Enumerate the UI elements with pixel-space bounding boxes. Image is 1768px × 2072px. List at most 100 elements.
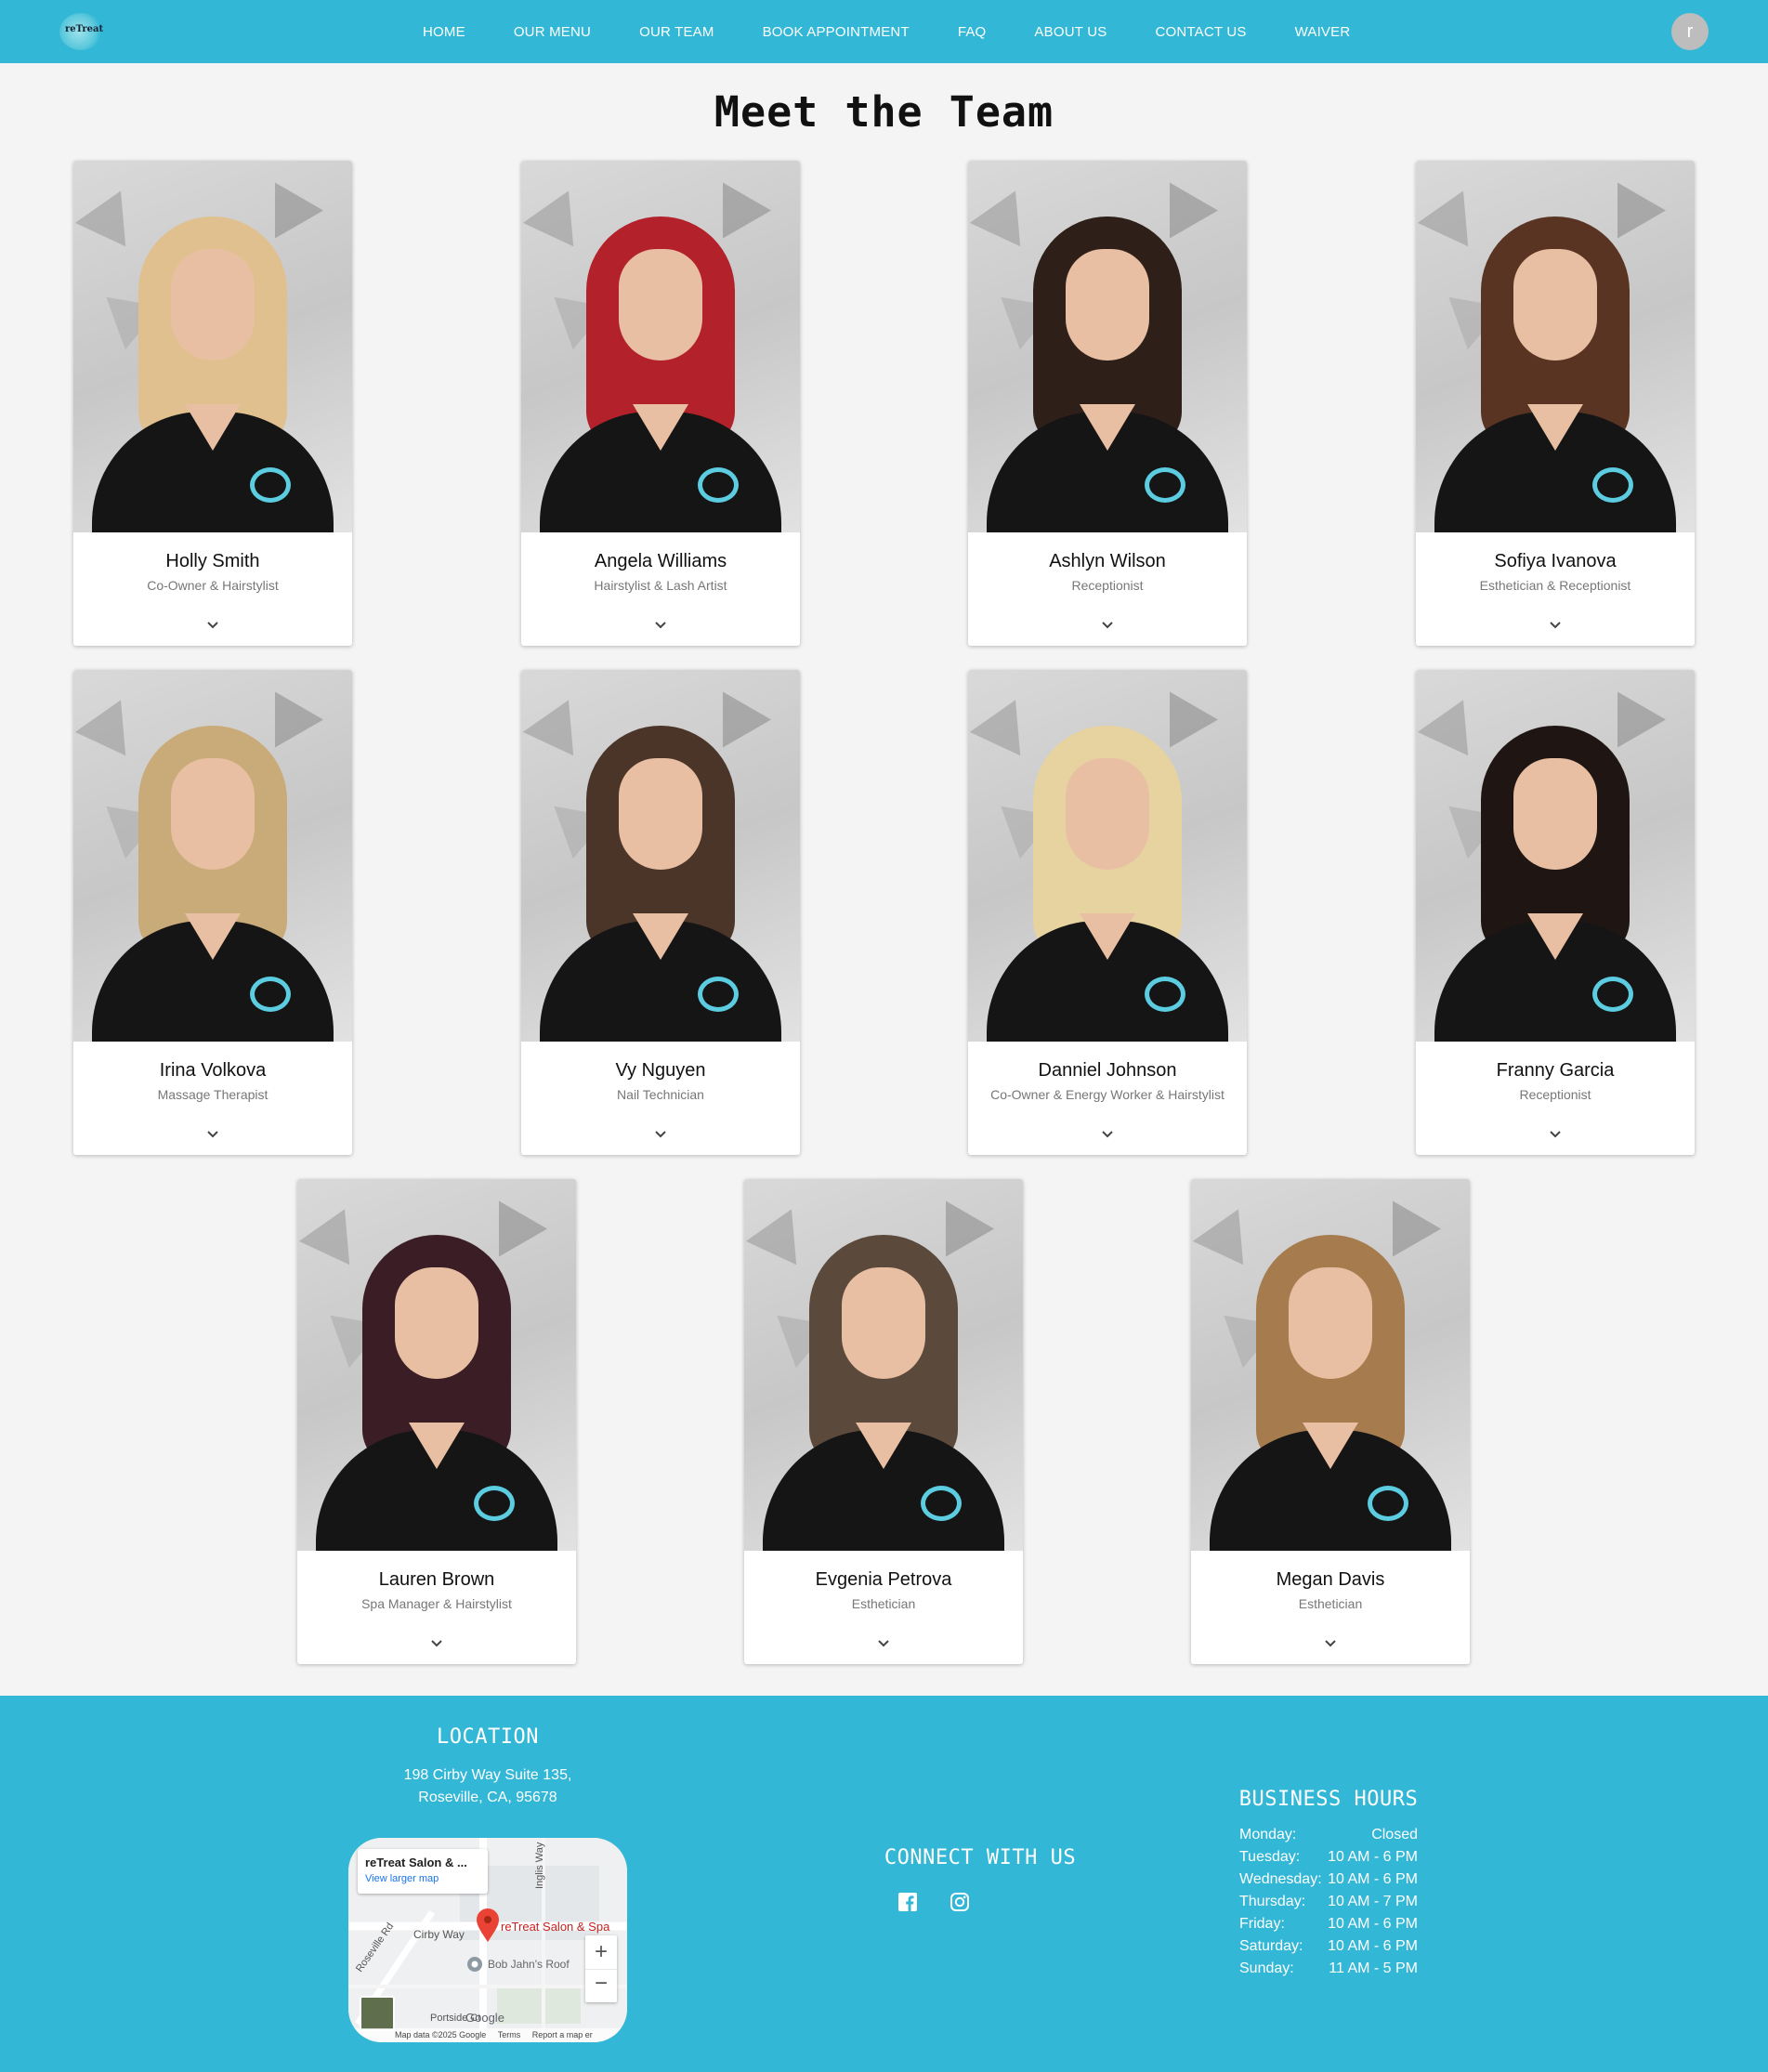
team-member-role: Esthetician [1298, 1596, 1363, 1611]
portrait-face [1289, 1267, 1372, 1379]
team-card: Franny Garcia Receptionist [1416, 670, 1695, 1155]
connect-heading: CONNECT WITH US [884, 1846, 1077, 1869]
salon-logo-badge-icon [1592, 467, 1633, 503]
team-card: Holly Smith Co-Owner & Hairstylist [73, 161, 352, 646]
mirror-decor [251, 677, 323, 748]
team-member-name: Irina Volkova [159, 1060, 267, 1081]
expand-chevron-icon[interactable] [1096, 1127, 1119, 1142]
expand-chevron-icon[interactable] [1096, 618, 1119, 633]
logo-text: reTreat [65, 24, 104, 34]
mirror-decor [1593, 168, 1666, 239]
salon-logo-badge-icon [698, 977, 739, 1012]
portrait-face [619, 249, 702, 361]
team-member-name: Angela Williams [594, 551, 727, 571]
hours-day: Saturday: [1239, 1938, 1303, 1954]
team-member-name: Franny Garcia [1496, 1060, 1615, 1081]
mirror-decor [1417, 688, 1489, 756]
portrait-face [171, 249, 255, 361]
map-attribution: Map data ©2025 Google [395, 2030, 487, 2039]
address-line-1: 198 Cirby Way Suite 135, [403, 1767, 572, 1783]
team-card: Angela Williams Hairstylist & Lash Artist [521, 161, 800, 646]
salon-logo-badge-icon [1145, 977, 1185, 1012]
map-report-link[interactable]: Report a map er [532, 2030, 593, 2039]
portrait-neckline [1527, 913, 1583, 960]
zoom-in-icon[interactable]: + [585, 1935, 617, 1969]
team-member-role: Massage Therapist [157, 1087, 268, 1102]
hours-day: Wednesday: [1239, 1871, 1322, 1887]
expand-chevron-icon[interactable] [649, 1127, 672, 1142]
expand-chevron-icon[interactable] [1544, 618, 1566, 633]
nav-link-contact-us[interactable]: CONTACT US [1155, 24, 1246, 40]
expand-chevron-icon[interactable] [1544, 1127, 1566, 1142]
mirror-decor [298, 1197, 371, 1265]
team-card: Ashlyn Wilson Receptionist [968, 161, 1247, 646]
portrait-neckline [185, 913, 241, 960]
team-member-name: Megan Davis [1276, 1569, 1385, 1590]
business-hours-heading: BUSINESS HOURS [1238, 1788, 1419, 1811]
mirror-decor [522, 178, 595, 247]
nav-link-home[interactable]: HOME [423, 24, 465, 40]
salon-logo[interactable]: reTreat [59, 13, 104, 50]
portrait-face [619, 758, 702, 870]
nav-link-about-us[interactable]: ABOUT US [1034, 24, 1107, 40]
map-larger-link[interactable]: View larger map [365, 1873, 480, 1884]
footer: LOCATION 198 Cirby Way Suite 135, Rosevi… [0, 1696, 1768, 2072]
facebook-icon[interactable] [897, 1891, 919, 1913]
nav-link-our-menu[interactable]: OUR MENU [514, 24, 591, 40]
mirror-decor [74, 178, 147, 247]
hours-day: Sunday: [1239, 1961, 1294, 1976]
team-member-photo [1416, 670, 1695, 1042]
portrait-neckline [409, 1423, 465, 1469]
portrait-face [1066, 249, 1149, 361]
team-member-role: Co-Owner & Hairstylist [147, 578, 279, 593]
expand-chevron-icon[interactable] [202, 618, 224, 633]
team-member-photo [73, 161, 352, 532]
team-member-role: Receptionist [1071, 578, 1144, 593]
team-member-photo [521, 670, 800, 1042]
mirror-decor [969, 688, 1041, 756]
salon-logo-badge-icon [250, 467, 291, 503]
embedded-map[interactable]: reTreat Salon & ... View larger map reTr… [348, 1838, 627, 2042]
map-terms-link[interactable]: Terms [498, 2030, 521, 2039]
google-logo: Google [465, 2011, 504, 2025]
mirror-decor [745, 1197, 818, 1265]
salon-logo-badge-icon [474, 1486, 515, 1521]
mirror-decor [1192, 1197, 1264, 1265]
nav-links: HOME OUR MENU OUR TEAM BOOK APPOINTMENT … [423, 0, 1398, 63]
nav-link-faq[interactable]: FAQ [958, 24, 987, 40]
team-card: Vy Nguyen Nail Technician [521, 670, 800, 1155]
hours-row: Saturday: 10 AM - 6 PM [1239, 1935, 1425, 1958]
hours-row: Tuesday: 10 AM - 6 PM [1239, 1846, 1425, 1869]
salon-logo-badge-icon [1592, 977, 1633, 1012]
expand-chevron-icon[interactable] [426, 1636, 448, 1651]
hours-time: 11 AM - 5 PM [1329, 1961, 1418, 1976]
instagram-icon[interactable] [949, 1891, 971, 1913]
nav-link-our-team[interactable]: OUR TEAM [639, 24, 714, 40]
portrait-face [842, 1267, 925, 1379]
portrait-face [395, 1267, 478, 1379]
nav-link-waiver[interactable]: WAIVER [1295, 24, 1351, 40]
page-title: Meet the Team [714, 87, 1054, 137]
user-avatar[interactable]: r [1671, 13, 1709, 50]
hours-day: Friday: [1239, 1916, 1285, 1932]
mirror-decor [522, 688, 595, 756]
portrait-neckline [1080, 404, 1135, 451]
team-member-photo [744, 1179, 1023, 1551]
nav-link-book-appointment[interactable]: BOOK APPOINTMENT [763, 24, 910, 40]
expand-chevron-icon[interactable] [872, 1636, 895, 1651]
satellite-toggle-icon[interactable] [360, 1996, 395, 2031]
zoom-out-icon[interactable]: − [585, 1969, 617, 2002]
expand-chevron-icon[interactable] [202, 1127, 224, 1142]
salon-logo-badge-icon [1145, 467, 1185, 503]
salon-logo-badge-icon [921, 1486, 962, 1521]
team-card: Megan Davis Esthetician [1191, 1179, 1470, 1664]
expand-chevron-icon[interactable] [1319, 1636, 1342, 1651]
team-member-photo [968, 161, 1247, 532]
expand-chevron-icon[interactable] [649, 618, 672, 633]
team-card: Lauren Brown Spa Manager & Hairstylist [297, 1179, 576, 1664]
team-member-photo [73, 670, 352, 1042]
mirror-decor [1369, 1187, 1441, 1257]
map-attribution-bar: Map data ©2025 Google Terms Report a map… [348, 2028, 627, 2042]
hours-row: Sunday: 11 AM - 5 PM [1239, 1958, 1425, 1980]
hours-row: Wednesday: 10 AM - 6 PM [1239, 1869, 1425, 1891]
